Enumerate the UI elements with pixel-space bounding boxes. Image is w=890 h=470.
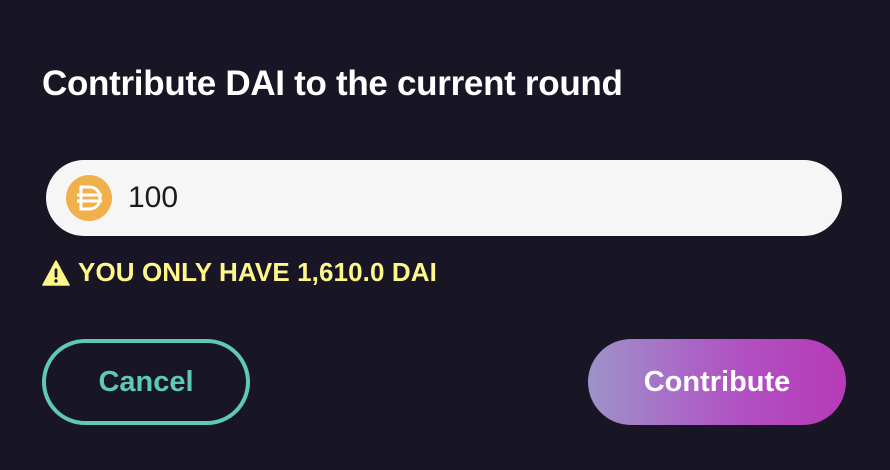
warning-text: YOU ONLY HAVE 1,610.0 DAI [78, 257, 437, 287]
amount-input[interactable] [128, 174, 808, 222]
balance-warning: YOU ONLY HAVE 1,610.0 DAI [42, 257, 437, 288]
amount-field[interactable] [46, 160, 842, 236]
contribute-button[interactable]: Contribute [588, 339, 846, 425]
contribute-modal: Contribute DAI to the current round YOU … [0, 0, 890, 470]
cancel-button[interactable]: Cancel [42, 339, 250, 425]
modal-title: Contribute DAI to the current round [42, 64, 623, 103]
warning-triangle-icon [42, 259, 70, 286]
dai-token-icon [66, 175, 112, 221]
